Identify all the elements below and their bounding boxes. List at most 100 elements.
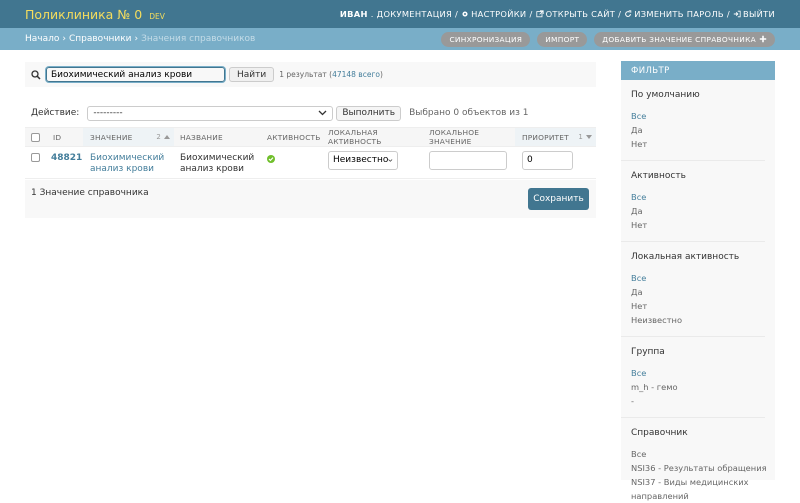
row-name-line1: Биохимический xyxy=(180,153,255,163)
row-value-line2[interactable]: анализ крови xyxy=(90,164,174,175)
col-value[interactable]: ЗНАЧЕНИЕ 2 xyxy=(83,128,174,146)
refresh-icon xyxy=(625,10,632,17)
selected-counter: Выбрано 0 объектов из 1 xyxy=(409,108,529,118)
breadcrumb-home[interactable]: Начало xyxy=(25,34,59,44)
search-input[interactable]: Биохимический анализ крови xyxy=(46,67,225,82)
row-priority-cell: 0 xyxy=(515,151,596,170)
col-id[interactable]: ID xyxy=(46,128,83,146)
paginator: 1 Значение справочника xyxy=(31,188,149,198)
logout-link[interactable]: ВЫЙТИ xyxy=(733,9,775,19)
filter-option[interactable]: Нет xyxy=(631,137,775,151)
action-label: Действие: xyxy=(31,108,80,118)
user-tools: ИВАН. ДОКУМЕНТАЦИЯ / НАСТРОЙКИ / ОТКРЫТЬ … xyxy=(339,9,775,19)
row-active-cell xyxy=(261,153,321,166)
table-header: ID ЗНАЧЕНИЕ 2 НАЗВАНИЕ АКТИВНОСТЬ ЛОКАЛЬ… xyxy=(25,127,596,147)
local-active-select[interactable]: Неизвестно xyxy=(328,151,398,170)
row-value-cell[interactable]: Биохимический анализ крови xyxy=(83,153,174,175)
gear-icon xyxy=(462,11,468,17)
filter-group-title: Активность xyxy=(631,171,686,181)
docs-link[interactable]: ДОКУМЕНТАЦИЯ xyxy=(377,9,452,19)
row-id-link[interactable]: 48821 xyxy=(51,153,82,163)
settings-link[interactable]: НАСТРОЙКИ xyxy=(461,9,526,19)
filter-option[interactable]: - xyxy=(631,394,775,408)
actions-bar: Действие: --------- Выполнить Выбрано 0 … xyxy=(25,104,596,122)
table-row: 48821 Биохимический анализ крови Биохими… xyxy=(25,147,596,179)
plus-icon xyxy=(759,35,767,43)
filter-option[interactable]: Да xyxy=(631,204,775,218)
col-local-value[interactable]: ЛОКАЛЬНОЕ ЗНАЧЕНИЕ xyxy=(422,128,515,146)
filter-group-title: Группа xyxy=(631,347,665,357)
row-name-line2: анализ крови xyxy=(180,164,244,174)
import-button[interactable]: ИМПОРТ xyxy=(537,31,588,47)
env-badge: DEV xyxy=(149,11,165,21)
sort-asc-icon[interactable] xyxy=(164,135,170,139)
filter-option[interactable]: m_h - гемо xyxy=(631,380,775,394)
row-select-cell xyxy=(25,153,46,166)
filter-group-default: По умолчанию Все Да Нет xyxy=(621,90,775,161)
select-all-checkbox[interactable] xyxy=(31,132,40,142)
col-name[interactable]: НАЗВАНИЕ xyxy=(174,128,261,146)
col-priority-label: ПРИОРИТЕТ xyxy=(522,132,569,142)
filter-divider xyxy=(621,160,765,161)
breadcrumb-separator: › xyxy=(134,34,139,44)
open-site-link[interactable]: ОТКРЫТЬ САЙТ xyxy=(535,9,616,19)
priority-input[interactable]: 0 xyxy=(522,151,573,170)
local-active-value: Неизвестно xyxy=(333,155,389,165)
external-link-icon xyxy=(535,10,544,18)
filter-option[interactable]: Да xyxy=(631,123,775,137)
sync-button[interactable]: СИНХРОНИЗАЦИЯ xyxy=(441,31,531,47)
username: ИВАН xyxy=(339,9,368,19)
filter-group-group: Группа Все m_h - гемо - xyxy=(621,347,775,418)
row-checkbox[interactable] xyxy=(31,153,40,162)
filter-option[interactable]: Нет xyxy=(631,218,775,232)
filter-divider xyxy=(621,336,765,337)
results-table: ID ЗНАЧЕНИЕ 2 НАЗВАНИЕ АКТИВНОСТЬ ЛОКАЛЬ… xyxy=(25,127,596,179)
filter-option[interactable]: Все xyxy=(631,109,775,123)
filter-group-active: Активность Все Да Нет xyxy=(621,171,775,242)
search-toolbar: Биохимический анализ крови Найти 1 резул… xyxy=(25,62,596,87)
filter-group-title: Справочник xyxy=(631,428,688,438)
filter-option[interactable]: Все xyxy=(631,366,775,380)
add-value-button[interactable]: ДОБАВИТЬ ЗНАЧЕНИЕ СПРАВОЧНИКА xyxy=(594,31,775,47)
col-local-active[interactable]: ЛОКАЛЬНАЯ АКТИВНОСТЬ xyxy=(321,128,422,146)
breadcrumb-separator: › xyxy=(62,34,66,44)
change-password-link[interactable]: ИЗМЕНИТЬ ПАРОЛЬ xyxy=(624,9,724,19)
site-brand[interactable]: Поликлиника № 0 DEV xyxy=(25,7,165,22)
filter-option[interactable]: Все xyxy=(631,190,775,204)
filter-option[interactable]: направлений xyxy=(631,489,775,503)
filter-divider xyxy=(621,241,765,242)
filter-divider xyxy=(621,417,765,418)
list-footer: 1 Значение справочника Сохранить xyxy=(25,180,596,218)
filter-option[interactable]: Неизвестно xyxy=(631,313,775,327)
row-name-cell: Биохимический анализ крови xyxy=(174,153,261,175)
logout-label: ВЫЙТИ xyxy=(743,9,775,19)
local-value-input[interactable] xyxy=(429,151,507,170)
filter-sidebar: ФИЛЬТР По умолчанию Все Да Нет Активност… xyxy=(621,61,775,501)
row-value-line1[interactable]: Биохимический xyxy=(90,153,174,164)
chevron-down-icon xyxy=(318,110,327,116)
filter-option[interactable]: Нет xyxy=(631,299,775,313)
action-select[interactable]: --------- xyxy=(87,105,334,121)
filter-option[interactable]: Да xyxy=(631,285,775,299)
site-title[interactable]: Поликлиника № 0 xyxy=(25,7,142,22)
search-button[interactable]: Найти xyxy=(229,67,275,82)
filter-group-title: По умолчанию xyxy=(631,90,700,100)
add-value-label: ДОБАВИТЬ ЗНАЧЕНИЕ СПРАВОЧНИКА xyxy=(602,34,756,44)
breadcrumb-current: Значения справочников xyxy=(141,34,256,44)
filter-option[interactable]: Все xyxy=(631,447,775,461)
filter-group-local-active: Локальная активность Все Да Нет Неизвест… xyxy=(621,252,775,337)
execute-action-button[interactable]: Выполнить xyxy=(336,105,402,121)
filter-option[interactable]: NSI37 - Виды медицинских xyxy=(631,475,775,489)
total-count-link[interactable]: 47148 всего xyxy=(332,70,380,79)
save-button[interactable]: Сохранить xyxy=(528,188,589,210)
check-icon xyxy=(267,155,275,163)
open-site-label: ОТКРЫТЬ САЙТ xyxy=(545,9,616,19)
search-icon xyxy=(31,69,41,80)
filter-option[interactable]: NSI36 - Результаты обращения xyxy=(631,461,775,475)
breadcrumb-directories[interactable]: Справочники xyxy=(69,34,132,44)
settings-label: НАСТРОЙКИ xyxy=(471,9,527,19)
col-priority[interactable]: ПРИОРИТЕТ 1 xyxy=(515,128,596,146)
sort-desc-icon[interactable] xyxy=(586,135,592,139)
filter-option[interactable]: Все xyxy=(631,271,775,285)
col-active[interactable]: АКТИВНОСТЬ xyxy=(261,128,321,146)
